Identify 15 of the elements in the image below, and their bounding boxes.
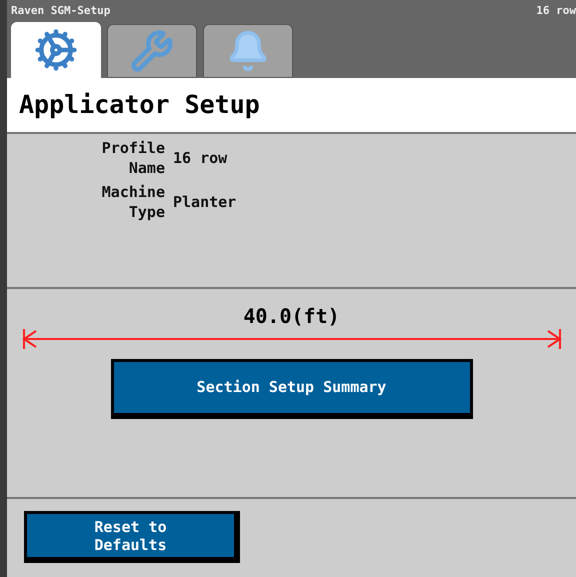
window-title: Raven SGM-Setup (11, 2, 110, 19)
field-value: Planter (173, 192, 236, 213)
tab[interactable] (107, 24, 197, 78)
section-setup-summary-button[interactable]: Section Setup Summary (110, 359, 472, 419)
field-label: Profile Name (100, 138, 165, 178)
tab[interactable] (203, 24, 293, 78)
gear-icon (34, 28, 78, 72)
wrench-icon (130, 29, 174, 73)
width-reading: 40.0(ft) (243, 303, 340, 330)
tab[interactable] (11, 22, 101, 78)
page-title: Applicator Setup (19, 89, 260, 122)
reset-to-defaults-button[interactable]: Reset to Defaults (24, 511, 240, 563)
profile-name: 16 row (536, 2, 576, 19)
field-value: 16 row (173, 148, 228, 169)
field-label: Machine Type (100, 182, 165, 222)
